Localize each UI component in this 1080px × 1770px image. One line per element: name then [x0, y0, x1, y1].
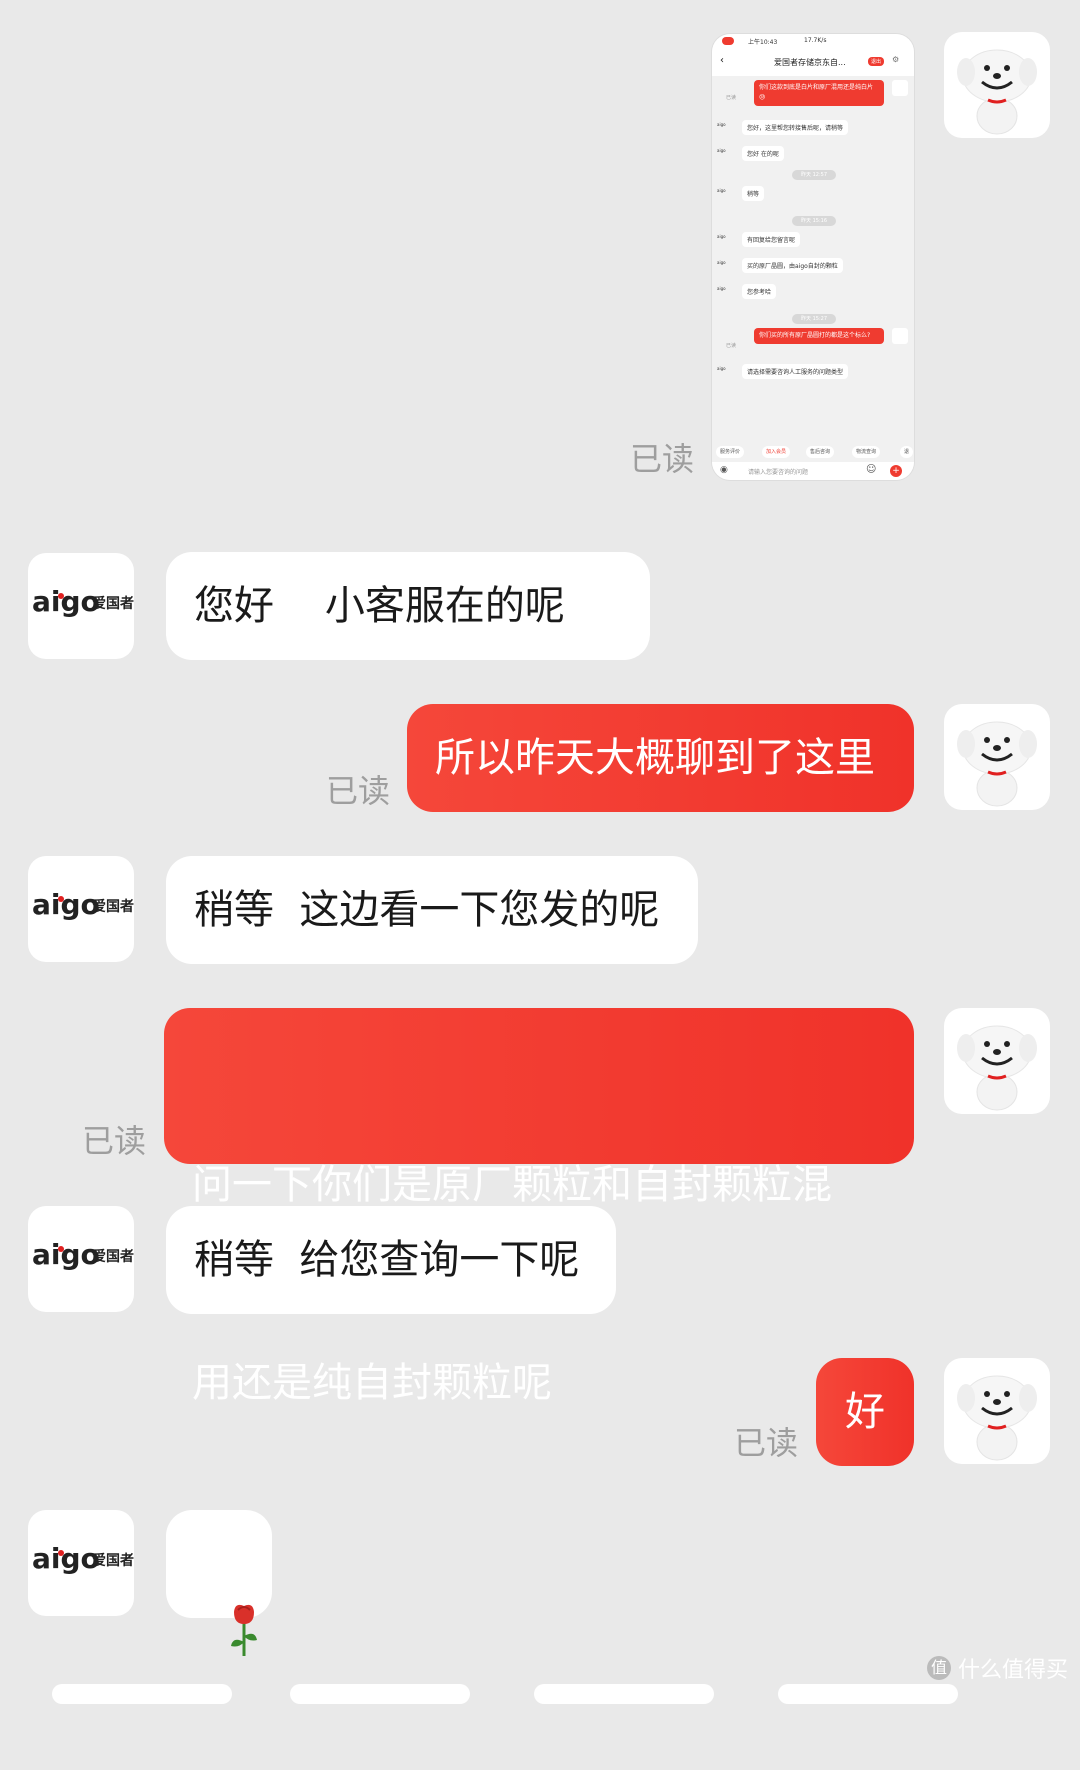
- aigo-logo-sub: 爱国者: [92, 596, 134, 612]
- partial-bubble: [534, 1684, 714, 1704]
- joy-dog-icon: [957, 49, 1037, 135]
- partial-bubble: [290, 1684, 470, 1704]
- svg-text:aigo: aigo: [32, 888, 100, 921]
- emoji-icon: ☺: [866, 464, 877, 475]
- user-avatar[interactable]: [944, 32, 1050, 138]
- screenshot-user-avatar: [892, 328, 908, 344]
- screenshot-agent-message: 您好 在的呢: [742, 146, 784, 161]
- svg-text:aigo: aigo: [32, 1542, 100, 1575]
- screenshot-badge: 退出: [868, 57, 885, 66]
- screenshot-agent-message: 您参考哈: [742, 284, 777, 299]
- svg-text:aigo: aigo: [32, 585, 100, 618]
- screenshot-agent-logo: aigo: [717, 260, 726, 265]
- aigo-logo-sub: 爱国者: [92, 899, 134, 915]
- watermark-text: 什么值得买: [957, 1658, 1068, 1683]
- watermark: 值 什么值得买: [926, 1652, 1068, 1684]
- settings-icon: ⚙: [892, 55, 900, 64]
- screenshot-input-placeholder: 请输入您要咨询的问题: [748, 469, 809, 476]
- screenshot-agent-message: 请选择需要咨询人工服务的问题类型: [742, 364, 849, 379]
- screenshot-agent-message: 您好，这里帮您转接售后呢，请稍等: [742, 120, 849, 135]
- user-avatar[interactable]: [944, 1358, 1050, 1464]
- screenshot-user-message: 你们这款到底是白片和原厂混用还是纯白片😓: [754, 80, 884, 106]
- joy-dog-icon: [957, 1025, 1037, 1111]
- screenshot-read-receipt: 已读: [726, 95, 737, 101]
- screenshot-user-message: 你们买的所有原厂晶圆打的都是这个标么?: [754, 328, 884, 344]
- screenshot-agent-logo: aigo: [717, 234, 726, 239]
- screenshot-title: 爱国者存储京东自...: [774, 58, 846, 67]
- agent-message-bubble[interactable]: 稍等 给您查询一下呢: [166, 1206, 616, 1314]
- agent-avatar[interactable]: aigo 爱国者: [28, 856, 134, 962]
- partial-bubble: [52, 1684, 232, 1704]
- rose-icon: [231, 1604, 258, 1656]
- agent-rose-bubble[interactable]: 🌹: [166, 1510, 272, 1656]
- voice-icon: ◉: [720, 465, 728, 475]
- plus-icon: +: [890, 465, 902, 477]
- user-message-bubble[interactable]: 好: [816, 1358, 914, 1466]
- screenshot-time-divider: 昨天 12:57: [792, 170, 836, 180]
- screenshot-agent-message: 稍等: [742, 186, 765, 201]
- agent-avatar[interactable]: aigo 爱国者: [28, 1510, 134, 1616]
- watermark-logo-icon: 值: [926, 1656, 951, 1680]
- screenshot-user-avatar: [892, 80, 908, 96]
- joy-dog-icon: [957, 721, 1037, 807]
- user-message-bubble[interactable]: 问一下你们是原厂颗粒和自封颗粒混 用还是纯自封颗粒呢: [164, 1008, 914, 1406]
- screenshot-agent-logo: aigo: [717, 122, 726, 127]
- read-receipt: 已读: [82, 1122, 147, 1160]
- user-message-bubble[interactable]: 所以昨天大概聊到了这里: [407, 704, 914, 812]
- chat-screenshot-image[interactable]: 上午10:43 17.7K/s ‹ 爱国者存储京东自... 退出 ⚙ 你们这款到…: [712, 34, 914, 480]
- agent-avatar[interactable]: aigo 爱国者: [28, 1206, 134, 1312]
- screenshot-status-speed: 17.7K/s: [804, 37, 827, 44]
- read-receipt: 已读: [326, 772, 391, 810]
- agent-message-bubble[interactable]: 您好 小客服在的呢: [166, 552, 650, 660]
- svg-text:aigo: aigo: [32, 1238, 100, 1271]
- screenshot-tab: 物流查询: [852, 446, 881, 458]
- read-receipt: 已读: [630, 440, 695, 478]
- screenshot-time-divider: 昨天 15:27: [792, 314, 836, 324]
- screenshot-agent-message: 买的原厂晶圆，由aigo自封的颗粒: [742, 258, 843, 273]
- screenshot-status-bar: 上午10:43 17.7K/s: [712, 34, 914, 48]
- screenshot-tab: 退: [900, 446, 914, 458]
- screenshot-time-divider: 昨天 15:16: [792, 216, 836, 226]
- aigo-logo-sub: 爱国者: [92, 1553, 134, 1569]
- screenshot-tab: 售后咨询: [806, 446, 835, 458]
- screenshot-agent-logo: aigo: [717, 148, 726, 153]
- read-receipt: 已读: [734, 1424, 799, 1462]
- user-avatar[interactable]: [944, 704, 1050, 810]
- partial-bubble: [778, 1684, 958, 1704]
- screenshot-tab: 加入会员: [762, 446, 791, 458]
- screenshot-input-bar: ◉ 请输入您要咨询的问题 ☺ +: [712, 462, 914, 480]
- user-avatar[interactable]: [944, 1008, 1050, 1114]
- agent-message-bubble[interactable]: 稍等 这边看一下您发的呢: [166, 856, 698, 964]
- joy-dog-icon: [957, 1375, 1037, 1461]
- screenshot-agent-logo: aigo: [717, 188, 726, 193]
- screenshot-agent-logo: aigo: [717, 286, 726, 291]
- screenshot-agent-message: 有回复给您留言呢: [742, 232, 801, 247]
- screenshot-header: ‹ 爱国者存储京东自... 退出 ⚙: [712, 48, 914, 76]
- screenshot-status-time: 上午10:43: [748, 39, 778, 46]
- screenshot-quick-tabs: 服务评价 加入会员 售后咨询 物流查询 退: [712, 446, 914, 460]
- user-message-line: 用还是纯自封颗粒呢: [192, 1360, 552, 1406]
- screenshot-tab: 服务评价: [716, 446, 745, 458]
- screenshot-read-receipt: 已读: [726, 343, 737, 349]
- aigo-logo-sub: 爱国者: [92, 1249, 134, 1265]
- agent-avatar[interactable]: aigo 爱国者: [28, 553, 134, 659]
- screenshot-agent-logo: aigo: [717, 366, 726, 371]
- back-icon: ‹: [720, 55, 724, 66]
